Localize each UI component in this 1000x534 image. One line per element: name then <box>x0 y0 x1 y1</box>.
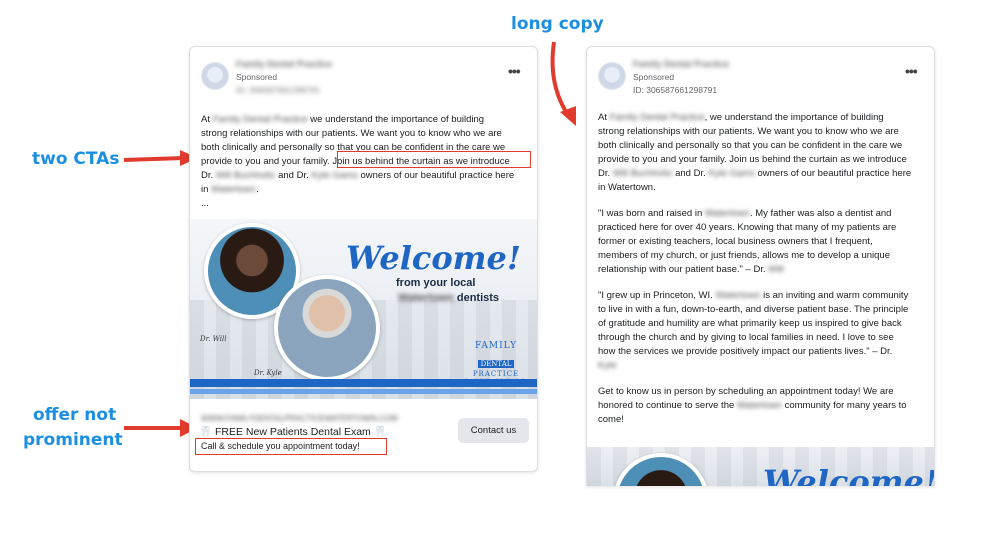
arrow-to-offer <box>124 419 198 437</box>
ad-id: ID: 306587661298791 <box>236 85 321 95</box>
ad-id: ID: 306587661298791 <box>633 85 718 95</box>
cta-highlight-box-offer <box>195 438 387 455</box>
ad-header: Family Dental Practice Sponsored ID: 306… <box>587 47 934 97</box>
brand-stripe-light <box>190 389 537 394</box>
long-copy-annotation: long copy <box>511 14 604 34</box>
page-name[interactable]: Family Dental Practice <box>236 59 332 69</box>
signature-2: Dr. Kyle <box>254 369 282 377</box>
page-avatar[interactable] <box>201 62 229 90</box>
copy-line: in Watertown. <box>201 184 259 195</box>
copy-paragraph-4: Get to know us in person by scheduling a… <box>598 386 907 425</box>
town-dentists-text: Watertown dentists <box>398 292 500 304</box>
offer-not-prominent-annotation-line1: offer not <box>33 405 117 425</box>
link-url[interactable]: WWW.FAMILYDENTALPRACTICEWATERTOWN.COM <box>201 414 398 423</box>
ad-body-copy-long: At Family Dental Practice, we understand… <box>598 111 928 439</box>
copy-paragraph-1: At Family Dental Practice, we understand… <box>598 112 912 193</box>
cta-highlight-box-copy <box>337 151 531 168</box>
offer-not-prominent-annotation-line2: prominent <box>23 430 123 450</box>
two-ctas-annotation: two CTAs <box>32 149 120 169</box>
right-ad-card: Family Dental Practice Sponsored ID: 306… <box>586 46 935 486</box>
brand-stripe <box>190 379 537 387</box>
more-options-icon[interactable]: ••• <box>905 63 918 79</box>
page-avatar[interactable] <box>598 62 626 90</box>
more-options-icon[interactable]: ••• <box>508 63 521 79</box>
ad-headline[interactable]: 🦷 FREE New Patients Dental Exam 🦷 <box>199 425 387 438</box>
copy-paragraph-2: "I was born and raised in Watertown. My … <box>598 208 897 275</box>
from-your-local-text: from your local <box>396 277 476 289</box>
ad-creative-image[interactable]: Dr. Will Dr. Kyle Welcome! from your loc… <box>190 219 537 399</box>
welcome-heading: Welcome! <box>763 463 935 486</box>
family-dental-logo: FAMILY DENTAL PRACTICE Your Smile. Your … <box>465 341 527 382</box>
sponsored-label: Sponsored <box>236 72 278 82</box>
copy-paragraph-3: "I grew up in Princeton, WI. Watertown i… <box>598 290 909 371</box>
copy-line: strong relationships with our patients. … <box>201 128 502 139</box>
left-ad-card: Family Dental Practice Sponsored ID: 306… <box>189 46 538 472</box>
ad-creative-image[interactable]: Welcome! <box>587 447 935 486</box>
arrow-to-long-copy <box>550 41 576 126</box>
contact-us-button[interactable]: Contact us <box>458 418 529 443</box>
page-name[interactable]: Family Dental Practice <box>633 59 729 69</box>
copy-line: At Family Dental Practice we understand … <box>201 114 485 125</box>
see-more-ellipsis[interactable]: ... <box>201 197 531 211</box>
dentist-photo-2 <box>274 275 380 381</box>
ad-header: Family Dental Practice Sponsored ID: 306… <box>190 47 537 97</box>
copy-line: Dr. Will Buchholtz and Dr. Kyle Gams own… <box>201 170 515 181</box>
welcome-heading: Welcome! <box>346 239 521 277</box>
signature-1: Dr. Will <box>200 335 227 343</box>
sponsored-label: Sponsored <box>633 72 675 82</box>
arrow-to-copy <box>123 150 198 166</box>
